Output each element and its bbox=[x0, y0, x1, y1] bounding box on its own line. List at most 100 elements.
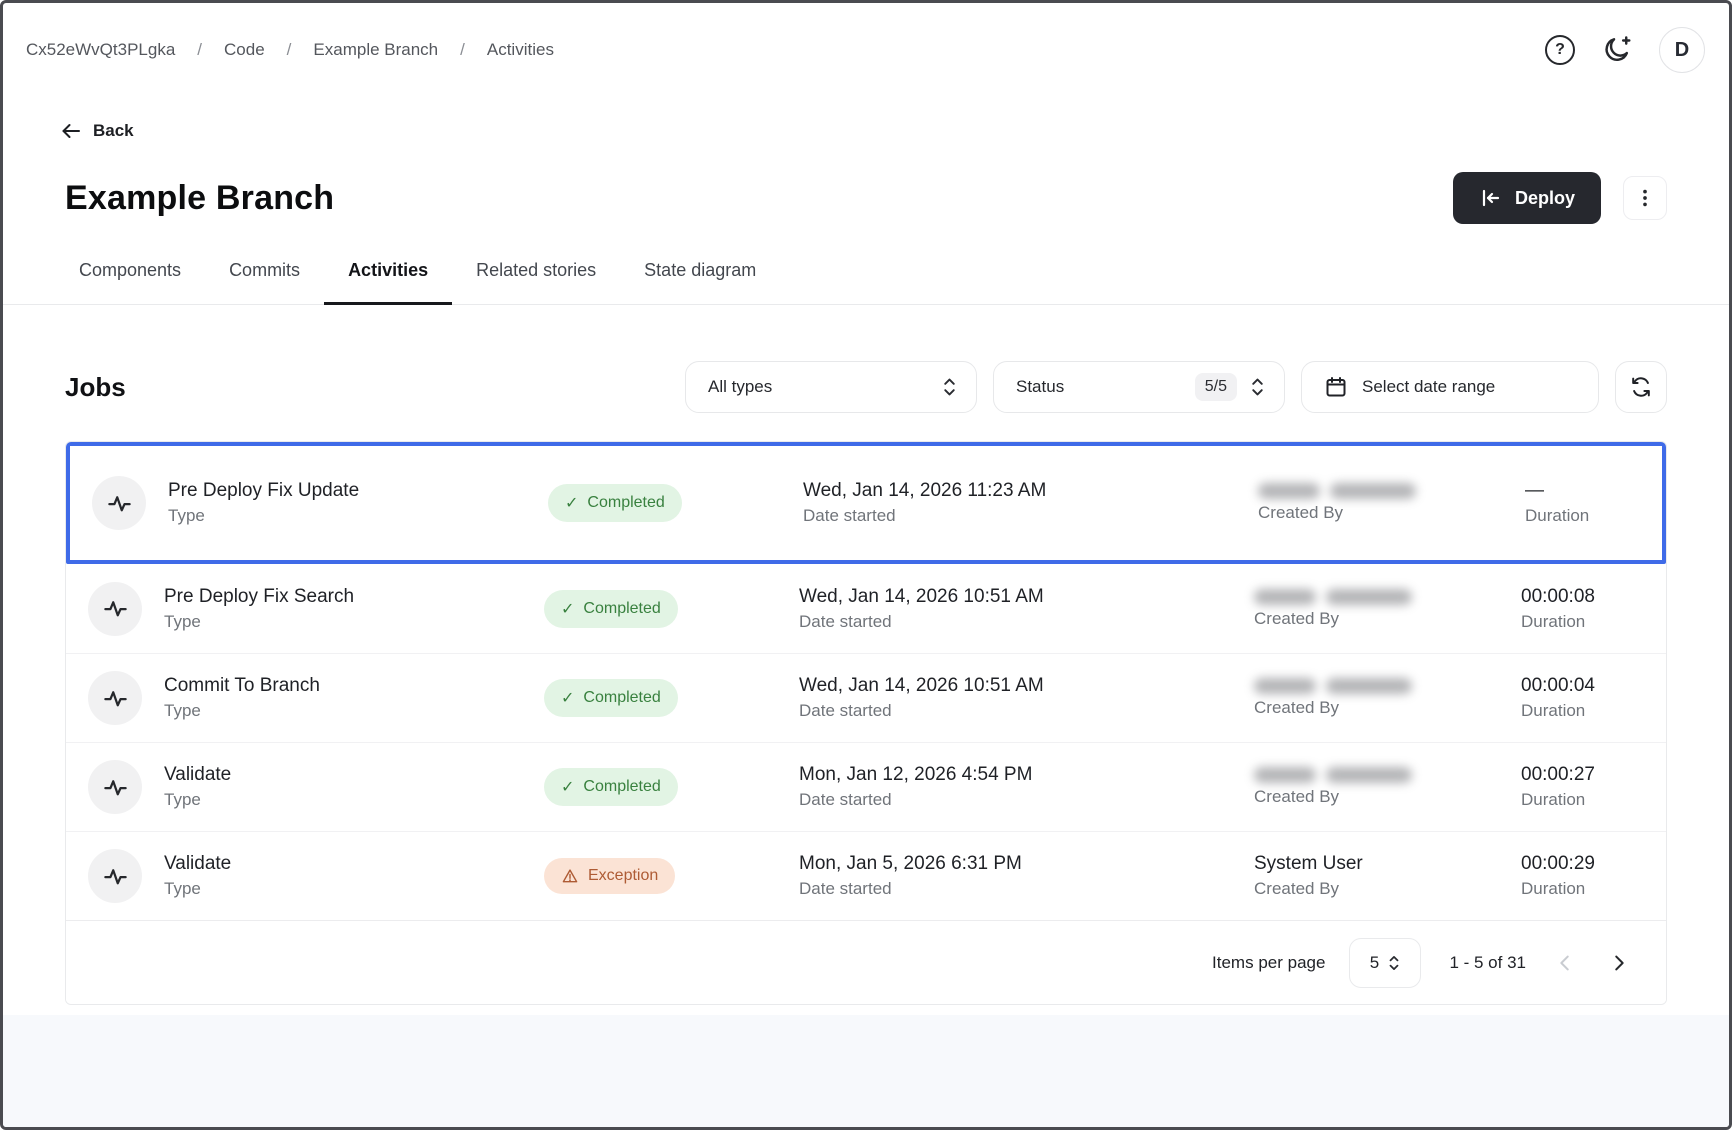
created-by-label: Created By bbox=[1254, 879, 1521, 899]
chevron-left-icon bbox=[1554, 952, 1576, 974]
status-filter-label: Status bbox=[1016, 377, 1195, 397]
pagination-bar: Items per page 5 1 - 5 of 31 bbox=[66, 920, 1666, 1004]
tab-commits[interactable]: Commits bbox=[205, 260, 324, 305]
job-date-cell: Wed, Jan 14, 2026 10:51 AM Date started bbox=[799, 675, 1254, 721]
breadcrumb-item-branch[interactable]: Example Branch bbox=[313, 40, 438, 60]
duration-label: Duration bbox=[1521, 879, 1642, 899]
job-date-cell: Mon, Jan 5, 2026 6:31 PM Date started bbox=[799, 853, 1254, 899]
status-filter-select[interactable]: Status 5/5 bbox=[993, 361, 1285, 413]
created-by-value: System User bbox=[1254, 853, 1521, 875]
tab-activities[interactable]: Activities bbox=[324, 260, 452, 305]
date-started-value: Wed, Jan 14, 2026 10:51 AM bbox=[799, 586, 1254, 608]
tab-components[interactable]: Components bbox=[55, 260, 205, 305]
duration-value: 00:00:08 bbox=[1521, 586, 1642, 608]
deploy-button[interactable]: Deploy bbox=[1453, 172, 1601, 224]
refresh-button[interactable] bbox=[1615, 361, 1667, 413]
job-type-label: Type bbox=[164, 612, 544, 632]
deploy-to-bar-icon bbox=[1479, 186, 1503, 210]
back-row: Back bbox=[59, 119, 1729, 148]
job-created-by-cell: Created By bbox=[1254, 589, 1521, 629]
job-name-cell: Pre Deploy Fix Search Type bbox=[164, 586, 544, 632]
back-button[interactable]: Back bbox=[59, 119, 134, 143]
theme-toggle-button[interactable] bbox=[1601, 34, 1633, 66]
items-per-page-label: Items per page bbox=[1212, 953, 1325, 973]
activity-pulse-icon bbox=[88, 582, 142, 636]
calendar-icon bbox=[1324, 375, 1348, 399]
job-row[interactable]: Pre Deploy Fix Search Type ✓ Completed W… bbox=[66, 564, 1666, 653]
items-per-page-value: 5 bbox=[1370, 953, 1379, 973]
back-label: Back bbox=[93, 121, 134, 141]
previous-page-button[interactable] bbox=[1550, 948, 1580, 978]
status-count-badge: 5/5 bbox=[1195, 373, 1237, 401]
activity-pulse-icon bbox=[88, 760, 142, 814]
job-type-label: Type bbox=[168, 506, 548, 526]
duration-value: — bbox=[1525, 480, 1638, 502]
date-range-picker[interactable]: Select date range bbox=[1301, 361, 1599, 413]
page-title: Example Branch bbox=[65, 179, 334, 218]
job-row[interactable]: Validate Type Exception Mon, Jan 5, 2 bbox=[66, 831, 1666, 920]
job-row[interactable]: Validate Type ✓ Completed Mon, Jan 12, 2… bbox=[66, 742, 1666, 831]
date-started-label: Date started bbox=[799, 879, 1254, 899]
job-created-by-cell: Created By bbox=[1254, 767, 1521, 807]
check-icon: ✓ bbox=[561, 777, 574, 797]
pagination-range: 1 - 5 of 31 bbox=[1449, 953, 1526, 973]
tab-bar: Components Commits Activities Related st… bbox=[3, 260, 1729, 305]
help-button[interactable]: ? bbox=[1545, 35, 1575, 65]
next-page-button[interactable] bbox=[1604, 948, 1634, 978]
kebab-menu-icon bbox=[1634, 187, 1656, 209]
job-name-cell: Pre Deploy Fix Update Type bbox=[168, 480, 548, 526]
job-date-cell: Mon, Jan 12, 2026 4:54 PM Date started bbox=[799, 764, 1254, 810]
job-status-cell: ✓ Completed bbox=[548, 484, 803, 522]
redacted-name bbox=[1254, 767, 1521, 783]
job-row[interactable]: Commit To Branch Type ✓ Completed Wed, J… bbox=[66, 653, 1666, 742]
redacted-name bbox=[1254, 678, 1521, 694]
date-started-value: Mon, Jan 12, 2026 4:54 PM bbox=[799, 764, 1254, 786]
job-name-cell: Validate Type bbox=[164, 764, 544, 810]
created-by-label: Created By bbox=[1254, 787, 1521, 807]
date-started-label: Date started bbox=[799, 790, 1254, 810]
tab-related-stories[interactable]: Related stories bbox=[452, 260, 620, 305]
date-range-placeholder: Select date range bbox=[1362, 377, 1495, 397]
breadcrumb-separator: / bbox=[197, 40, 202, 60]
breadcrumb-separator: / bbox=[460, 40, 465, 60]
job-status-cell: ✓ Completed bbox=[544, 768, 799, 806]
duration-label: Duration bbox=[1521, 612, 1642, 632]
breadcrumb-separator: / bbox=[287, 40, 292, 60]
jobs-heading: Jobs bbox=[65, 372, 126, 403]
breadcrumb-item-project[interactable]: Cx52eWvQt3PLgka bbox=[26, 40, 175, 60]
items-per-page-select[interactable]: 5 bbox=[1349, 938, 1421, 988]
date-started-value: Mon, Jan 5, 2026 6:31 PM bbox=[799, 853, 1254, 875]
activities-panel: Jobs All types Status 5/5 bbox=[3, 361, 1729, 1005]
date-started-label: Date started bbox=[803, 506, 1258, 526]
refresh-icon bbox=[1629, 375, 1653, 399]
check-icon: ✓ bbox=[565, 493, 578, 513]
job-duration-cell: 00:00:27 Duration bbox=[1521, 764, 1642, 810]
status-label: Exception bbox=[588, 867, 658, 885]
duration-label: Duration bbox=[1521, 790, 1642, 810]
breadcrumb-item-code[interactable]: Code bbox=[224, 40, 265, 60]
jobs-table: Pre Deploy Fix Update Type ✓ Completed W… bbox=[65, 441, 1667, 1005]
duration-label: Duration bbox=[1525, 506, 1638, 526]
help-icon: ? bbox=[1545, 35, 1575, 65]
avatar[interactable]: D bbox=[1659, 27, 1705, 73]
job-name: Validate bbox=[164, 853, 544, 875]
job-type-label: Type bbox=[164, 790, 544, 810]
job-row[interactable]: Pre Deploy Fix Update Type ✓ Completed W… bbox=[66, 442, 1666, 564]
arrow-left-icon bbox=[59, 119, 83, 143]
page-background-strip bbox=[3, 1015, 1729, 1127]
activity-pulse-icon bbox=[88, 671, 142, 725]
date-started-label: Date started bbox=[799, 612, 1254, 632]
chevron-up-down-icon bbox=[1387, 954, 1401, 972]
status-badge: ✓ Completed bbox=[548, 484, 682, 522]
redacted-name bbox=[1258, 483, 1525, 499]
breadcrumb: Cx52eWvQt3PLgka / Code / Example Branch … bbox=[26, 40, 554, 60]
type-filter-select[interactable]: All types bbox=[685, 361, 977, 413]
tab-state-diagram[interactable]: State diagram bbox=[620, 260, 780, 305]
created-by-label: Created By bbox=[1258, 503, 1525, 523]
app-window: Cx52eWvQt3PLgka / Code / Example Branch … bbox=[0, 0, 1732, 1130]
status-label: Completed bbox=[587, 494, 664, 512]
jobs-header: Jobs All types Status 5/5 bbox=[65, 361, 1667, 413]
job-status-cell: Exception bbox=[544, 858, 799, 894]
more-options-button[interactable] bbox=[1623, 176, 1667, 220]
created-by-label: Created By bbox=[1254, 609, 1521, 629]
